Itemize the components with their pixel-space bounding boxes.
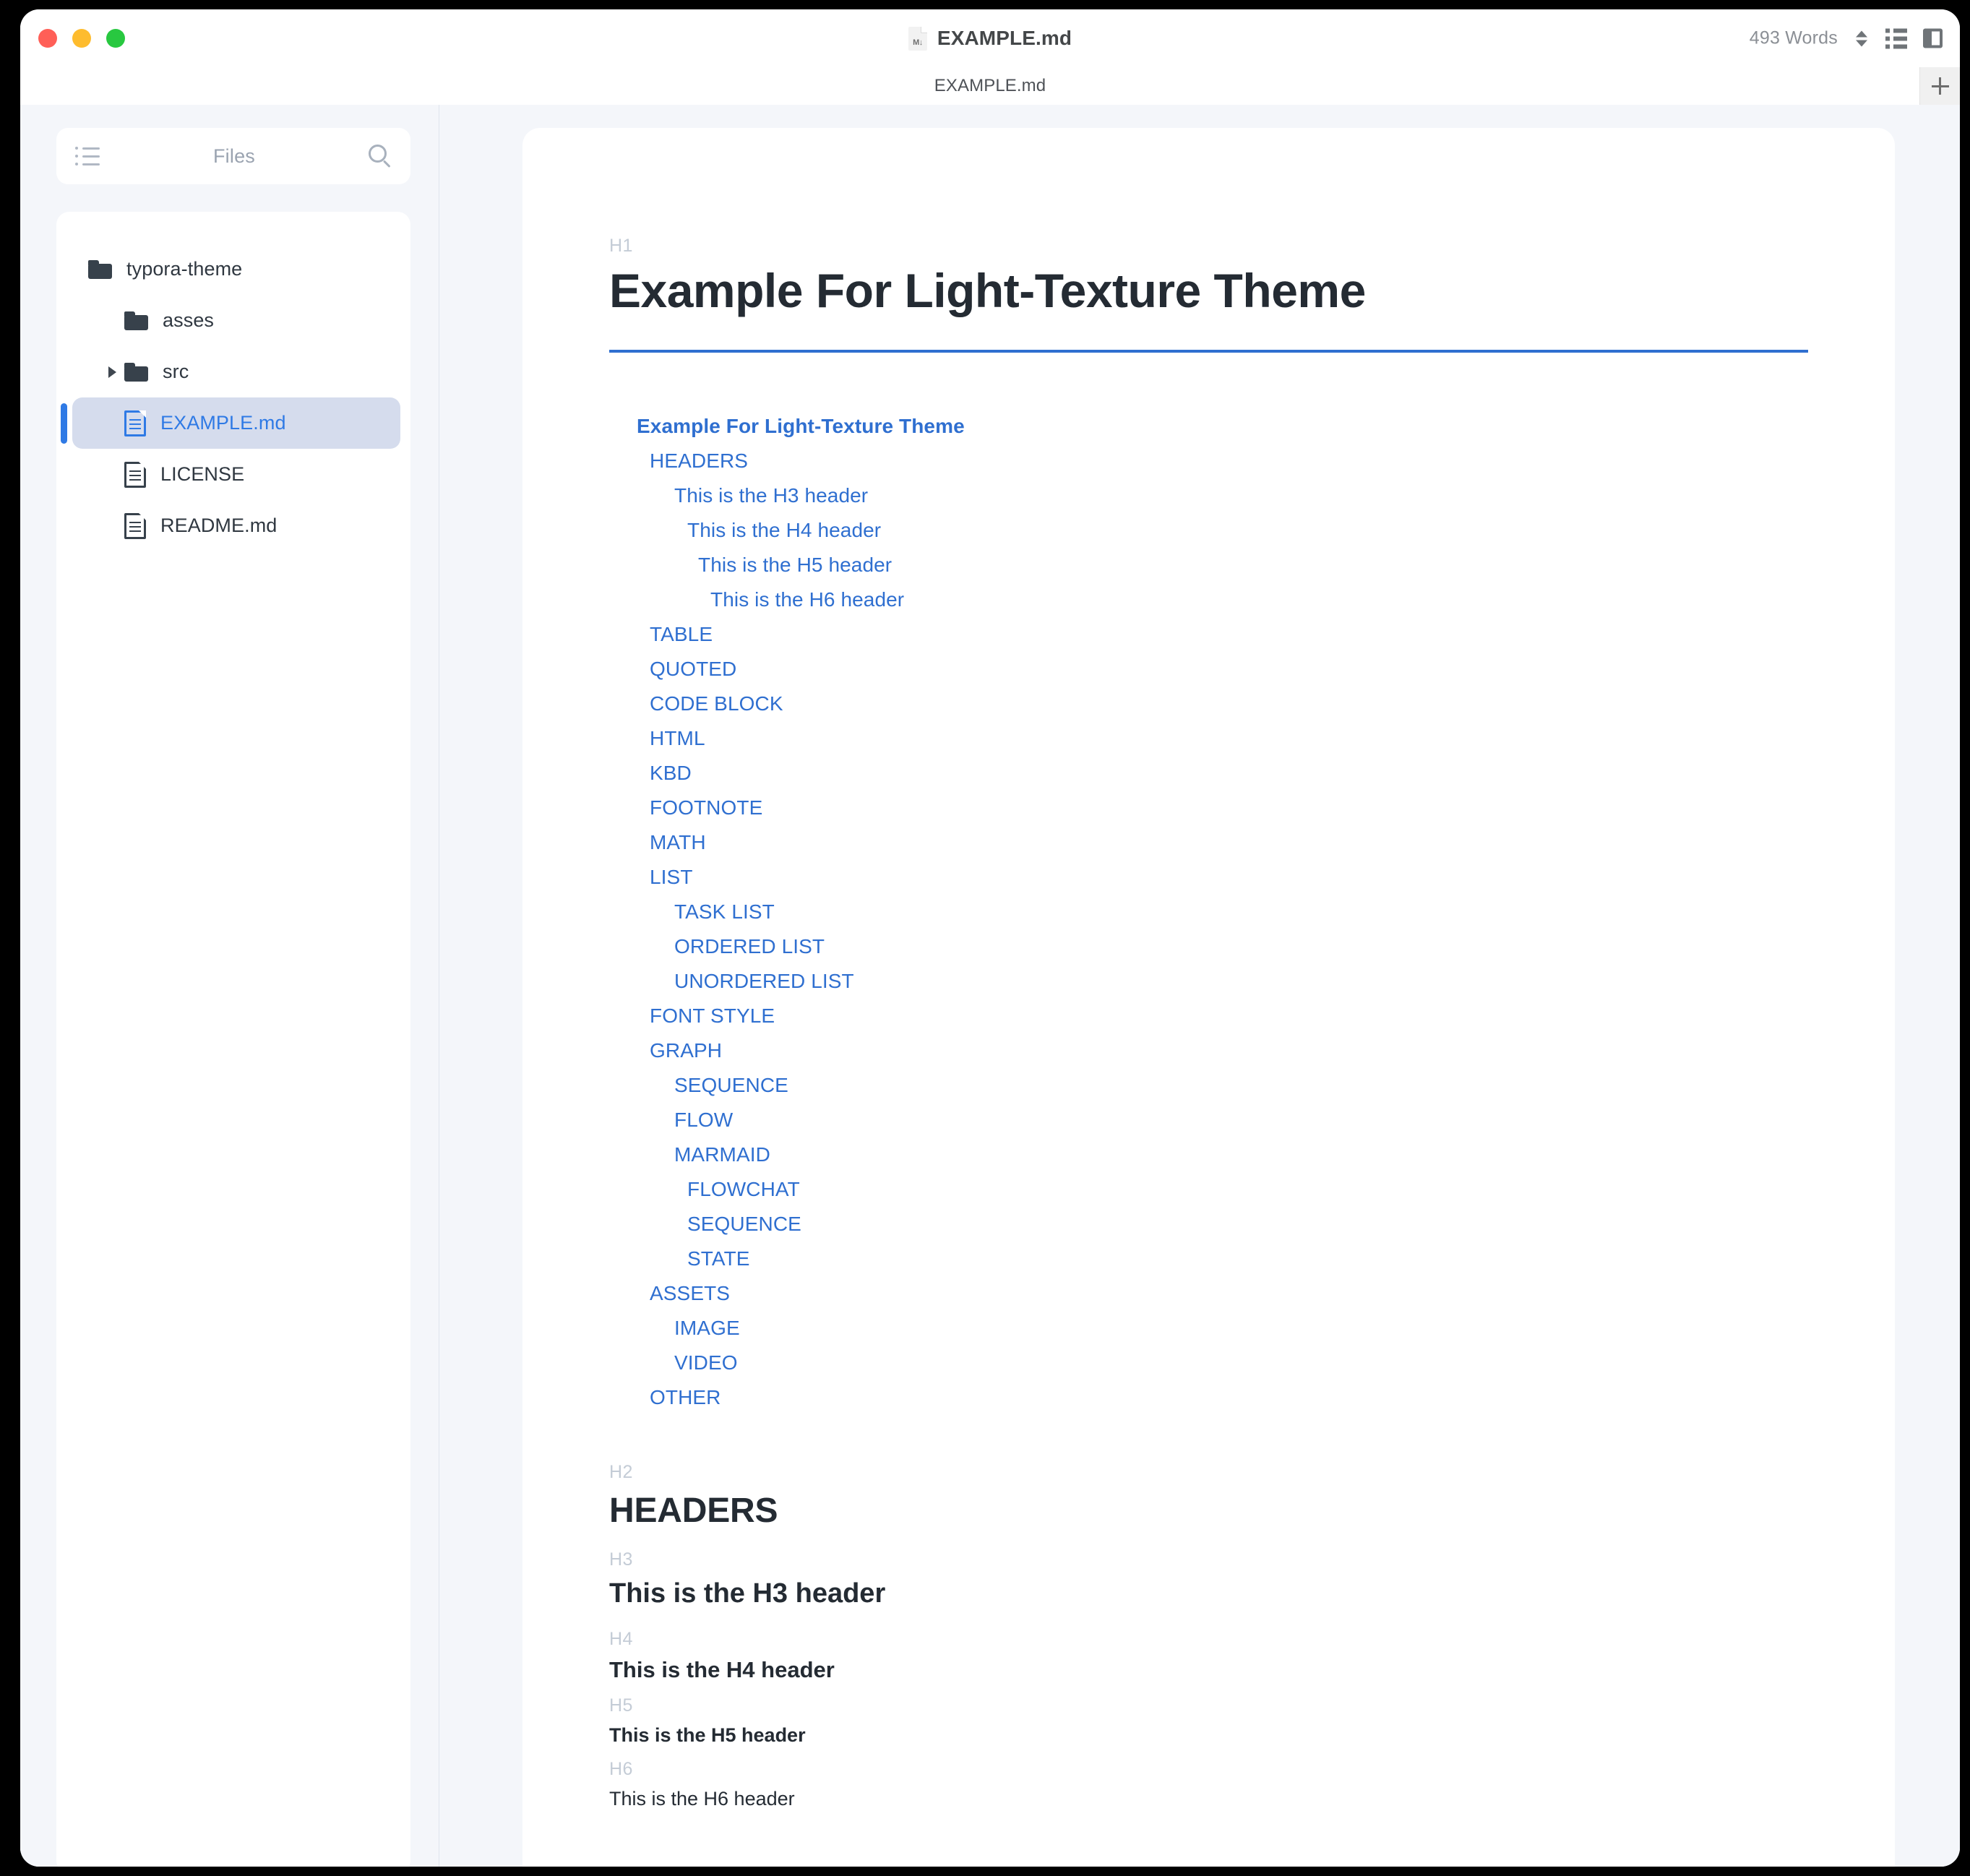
folder-icon xyxy=(88,259,112,279)
document-icon xyxy=(124,512,146,539)
tabbar: EXAMPLE.md xyxy=(20,67,1960,105)
folder-icon xyxy=(124,311,148,330)
toc-link[interactable]: FOOTNOTE xyxy=(609,791,1808,825)
maximize-window-button[interactable] xyxy=(106,29,125,48)
toc-link[interactable]: LIST xyxy=(609,860,1808,895)
document-title-h1[interactable]: Example For Light-Texture Theme xyxy=(609,264,1808,353)
tree-item-label: typora-theme xyxy=(126,258,243,280)
toc-link[interactable]: SEQUENCE xyxy=(609,1068,1808,1103)
heading-h6[interactable]: This is the H6 header xyxy=(609,1787,1808,1810)
toc-link[interactable]: Example For Light-Texture Theme xyxy=(609,409,1808,444)
heading-tag-h6: H6 xyxy=(609,1759,633,1780)
document-icon xyxy=(124,410,146,436)
table-of-contents: Example For Light-Texture Theme HEADERS Th… xyxy=(609,409,1808,1415)
toc-link[interactable]: MATH xyxy=(609,825,1808,860)
tree-item-label: EXAMPLE.md xyxy=(160,412,286,434)
word-count-label[interactable]: 493 Words xyxy=(1750,28,1838,49)
toc-link[interactable]: GRAPH xyxy=(609,1033,1808,1068)
toc-link[interactable]: TABLE xyxy=(609,617,1808,652)
toc-link[interactable]: FONT STYLE xyxy=(609,999,1808,1033)
heading-tag-h5: H5 xyxy=(609,1695,633,1716)
sidebar-title: Files xyxy=(212,145,255,167)
tab-example-md[interactable]: EXAMPLE.md xyxy=(934,76,1046,96)
heading-tag-h1: H1 xyxy=(609,236,633,256)
tree-file-LICENSE[interactable]: LICENSE xyxy=(56,449,410,500)
titlebar-actions: 493 Words xyxy=(1750,28,1943,49)
heading-h3[interactable]: This is the H3 header xyxy=(609,1578,1808,1611)
hamburger-list-icon[interactable] xyxy=(75,147,100,165)
document-icon xyxy=(124,461,146,488)
tree-folder-src[interactable]: src xyxy=(56,346,410,397)
sidebar: Files typora-theme asses src EXAMPLE.md LICE… xyxy=(20,105,439,1867)
toc-link[interactable]: KBD xyxy=(609,756,1808,791)
toc-link[interactable]: This is the H5 header xyxy=(609,548,1808,582)
heading-tag-h4: H4 xyxy=(609,1628,633,1649)
folder-icon xyxy=(124,362,148,382)
app-body: Files typora-theme asses src EXAMPLE.md LICE… xyxy=(20,105,1960,1867)
search-icon[interactable] xyxy=(369,145,392,168)
outline-list-icon[interactable] xyxy=(1885,28,1907,48)
titlebar: M↓ EXAMPLE.md 493 Words xyxy=(20,9,1960,67)
tree-folder-asses[interactable]: asses xyxy=(56,295,410,346)
app-window: M↓ EXAMPLE.md 493 Words EXAMPLE.md Files… xyxy=(20,9,1960,1867)
chevron-right-icon[interactable] xyxy=(108,366,116,378)
document-paper: H1 Example For Light-Texture Theme Examp… xyxy=(522,128,1895,1867)
toc-link[interactable]: HEADERS xyxy=(609,444,1808,478)
files-header: Files xyxy=(56,128,410,184)
toc-link[interactable]: This is the H3 header xyxy=(609,478,1808,513)
toc-link[interactable]: MARMAID xyxy=(609,1137,1808,1172)
toc-link[interactable]: VIDEO xyxy=(609,1346,1808,1380)
plus-icon xyxy=(1931,77,1949,95)
toc-link[interactable]: ORDERED LIST xyxy=(609,929,1808,964)
toc-link[interactable]: This is the H6 header xyxy=(609,582,1808,617)
toc-link[interactable]: UNORDERED LIST xyxy=(609,964,1808,999)
toc-link[interactable]: This is the H4 header xyxy=(609,513,1808,548)
traffic-lights xyxy=(38,29,125,48)
heading-h4[interactable]: This is the H4 header xyxy=(609,1656,1808,1683)
selection-indicator xyxy=(61,403,67,444)
toc-link[interactable]: QUOTED xyxy=(609,652,1808,687)
tree-item-label: asses xyxy=(163,309,215,331)
toc-link[interactable]: OTHER xyxy=(609,1380,1808,1415)
close-window-button[interactable] xyxy=(38,29,57,48)
window-title: EXAMPLE.md xyxy=(937,27,1072,49)
heading-h2-headers[interactable]: HEADERS xyxy=(609,1490,1808,1532)
toc-link[interactable]: TASK LIST xyxy=(609,895,1808,929)
heading-tag-h2: H2 xyxy=(609,1462,633,1483)
file-tree: typora-theme asses src EXAMPLE.md LICENSE REA… xyxy=(56,212,410,1867)
toc-link[interactable]: SEQUENCE xyxy=(609,1207,1808,1242)
toc-link[interactable]: STATE xyxy=(609,1242,1808,1276)
tree-file-EXAMPLE.md[interactable]: EXAMPLE.md xyxy=(61,397,400,449)
toc-link[interactable]: ASSETS xyxy=(609,1276,1808,1311)
toc-link[interactable]: FLOW xyxy=(609,1103,1808,1137)
toc-link[interactable]: IMAGE xyxy=(609,1311,1808,1346)
markdown-file-icon: M↓ xyxy=(908,26,927,51)
heading-h5[interactable]: This is the H5 header xyxy=(609,1724,1808,1747)
toc-link[interactable]: CODE BLOCK xyxy=(609,687,1808,721)
heading-tag-h3: H3 xyxy=(609,1549,633,1570)
tree-item-label: README.md xyxy=(160,515,278,536)
editor-area[interactable]: H1 Example For Light-Texture Theme Examp… xyxy=(440,105,1960,1867)
word-count-stepper-icon[interactable] xyxy=(1854,30,1870,46)
toc-link[interactable]: HTML xyxy=(609,721,1808,756)
tree-item-label: LICENSE xyxy=(160,463,245,485)
minimize-window-button[interactable] xyxy=(72,29,91,48)
tree-file-README.md[interactable]: README.md xyxy=(56,500,410,551)
panel-toggle-icon[interactable] xyxy=(1923,28,1943,48)
tree-folder-typora-theme[interactable]: typora-theme xyxy=(56,244,410,295)
tree-item-label: src xyxy=(163,361,189,382)
toc-link[interactable]: FLOWCHAT xyxy=(609,1172,1808,1207)
new-tab-button[interactable] xyxy=(1919,67,1960,105)
headers-section: H2 HEADERS H3 This is the H3 header H4 T… xyxy=(609,1463,1808,1810)
window-title-group: M↓ EXAMPLE.md xyxy=(20,9,1960,67)
